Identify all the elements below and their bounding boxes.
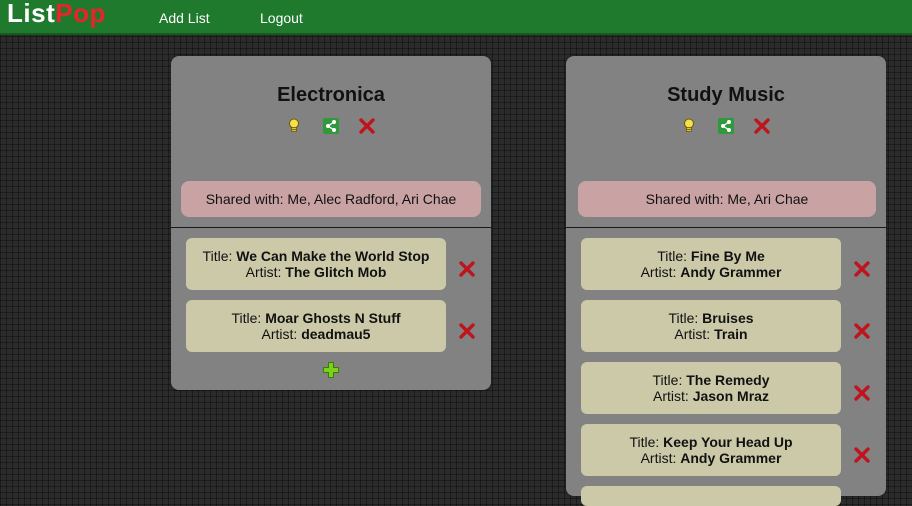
lightbulb-icon[interactable]: [285, 117, 303, 135]
add-song-icon[interactable]: [322, 361, 340, 379]
top-nav-bar: ListPop Add List Logout: [0, 0, 912, 35]
artist-label: Artist:: [674, 326, 715, 342]
divider: [566, 227, 886, 228]
delete-list-icon[interactable]: [358, 117, 376, 135]
logout-link[interactable]: Logout: [260, 10, 303, 26]
delete-list-icon[interactable]: [753, 117, 771, 135]
shared-with-badge: Shared with: Me, Alec Radford, Ari Chae: [181, 181, 481, 217]
song-artist: Andy Grammer: [680, 450, 782, 466]
title-label: Title:: [657, 248, 691, 264]
title-label: Title:: [629, 434, 664, 450]
logo-text-pop: Pop: [55, 0, 106, 28]
song-item: Title: Moar Ghosts N Stuff Artist: deadm…: [186, 300, 446, 352]
artist-label: Artist:: [261, 326, 302, 342]
list-title: Study Music: [667, 84, 785, 106]
add-list-link[interactable]: Add List: [159, 10, 210, 26]
list-title: Electronica: [277, 84, 385, 106]
share-icon[interactable]: [322, 117, 340, 135]
list-card-study-music: Study Music Shared with: Me, Ari Chae Ti…: [566, 56, 886, 506]
song-item-partial: [581, 486, 841, 506]
delete-song-icon[interactable]: [853, 446, 871, 464]
artist-label: Artist:: [653, 388, 693, 404]
song-artist: The Glitch Mob: [285, 264, 387, 280]
song-item: Title: The Remedy Artist: Jason Mraz: [581, 362, 841, 414]
title-label: Title:: [231, 310, 266, 326]
logo-text-list: List: [7, 0, 56, 28]
song-title: Fine By Me: [690, 248, 765, 264]
title-label: Title:: [652, 372, 687, 388]
song-artist: deadmau5: [301, 326, 371, 342]
title-label: Title:: [668, 310, 703, 326]
song-title: We Can Make the World Stop: [236, 248, 430, 264]
song-item: Title: Fine By Me Artist: Andy Grammer: [581, 238, 841, 290]
share-icon[interactable]: [717, 117, 735, 135]
delete-song-icon[interactable]: [853, 260, 871, 278]
song-item: Title: Bruises Artist: Train: [581, 300, 841, 352]
song-artist: Jason Mraz: [692, 388, 769, 404]
song-artist: Andy Grammer: [680, 264, 782, 280]
shared-with-badge: Shared with: Me, Ari Chae: [578, 181, 876, 217]
title-label: Title:: [202, 248, 237, 264]
divider: [171, 227, 491, 228]
song-item: Title: We Can Make the World Stop Artist…: [186, 238, 446, 290]
song-artist: Train: [714, 326, 748, 342]
song-title: The Remedy: [686, 372, 770, 388]
list-card-electronica: Electronica Shared with: Me, Alec Radfor…: [171, 56, 491, 390]
song-title: Moar Ghosts N Stuff: [265, 310, 401, 326]
delete-song-icon[interactable]: [853, 384, 871, 402]
song-title: Keep Your Head Up: [663, 434, 793, 450]
app-logo[interactable]: ListPop: [7, 0, 106, 29]
artist-label: Artist:: [640, 264, 681, 280]
delete-song-icon[interactable]: [458, 260, 476, 278]
lightbulb-icon[interactable]: [680, 117, 698, 135]
song-title: Bruises: [702, 310, 754, 326]
song-item: Title: Keep Your Head Up Artist: Andy Gr…: [581, 424, 841, 476]
artist-label: Artist:: [640, 450, 681, 466]
artist-label: Artist:: [245, 264, 286, 280]
delete-song-icon[interactable]: [458, 322, 476, 340]
delete-song-icon[interactable]: [853, 322, 871, 340]
